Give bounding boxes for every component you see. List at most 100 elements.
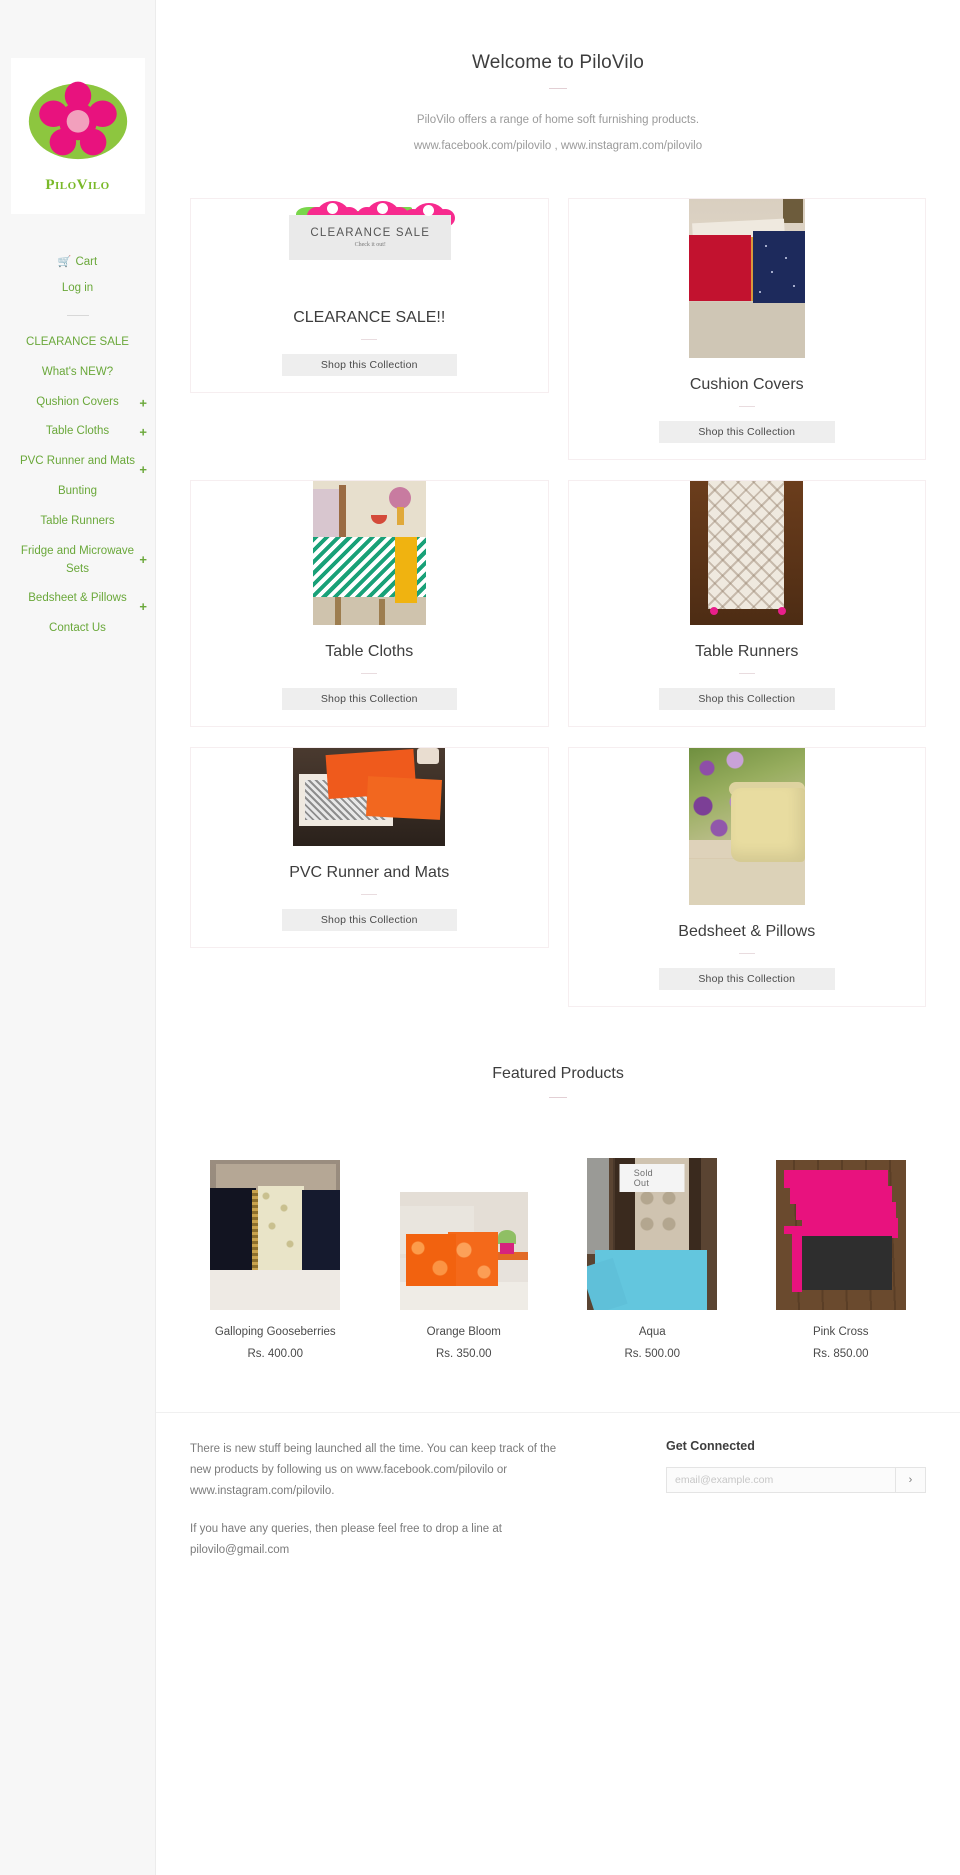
collection-image[interactable] <box>191 480 548 625</box>
shop-this-collection-button[interactable]: Shop this Collection <box>658 687 835 710</box>
hero-line-1: PiloVilo offers a range of home soft fur… <box>416 114 700 126</box>
sidebar-account-links: 🛒 Cart Log in <box>0 248 155 301</box>
pink-cross-photo[interactable] <box>775 1159 906 1310</box>
collection-image[interactable]: CLEARANCE SALE Check it out! <box>191 198 548 291</box>
aqua-photo[interactable]: Sold Out <box>587 1157 718 1310</box>
login-label: Log in <box>61 282 94 294</box>
galloping-gooseberries-photo[interactable] <box>210 1159 341 1310</box>
collection-title: Cushion Covers <box>689 375 804 393</box>
newsletter-submit-button[interactable]: › <box>896 1466 926 1493</box>
footer-text-2: If you have any queries, then please fee… <box>190 1522 502 1556</box>
sidebar-item-bunting[interactable]: Bunting <box>0 477 155 507</box>
logo-wordmark: PiloVilo <box>45 176 110 193</box>
collection-image[interactable] <box>569 747 926 905</box>
sidebar-item-label: Table Runners <box>40 514 115 527</box>
collection-card[interactable]: Cushion Covers Shop this Collection <box>567 197 926 460</box>
sidebar-item-login[interactable]: Log in <box>0 275 155 301</box>
shop-this-collection-button[interactable]: Shop this Collection <box>281 908 457 931</box>
collection-card[interactable]: Table Runners Shop this Collection <box>567 479 926 727</box>
collection-card[interactable]: Table Cloths Shop this Collection <box>190 479 549 727</box>
collections-grid: CLEARANCE SALE Check it out! CLEARANCE S… <box>190 197 926 1027</box>
sidebar-item-clearance-sale[interactable]: CLEARANCE SALE <box>0 328 155 358</box>
sidebar-item-whats-new[interactable]: What's NEW? <box>0 358 155 388</box>
collection-title: Table Runners <box>695 642 799 660</box>
main-content: Welcome to PiloVilo PiloVilo offers a ra… <box>156 0 960 1875</box>
shop-this-collection-button[interactable]: Shop this Collection <box>281 353 457 376</box>
expand-plus-icon[interactable]: + <box>139 600 147 613</box>
collection-rule <box>361 672 378 674</box>
site-footer: There is new stuff being launched all th… <box>156 1411 960 1577</box>
collection-rule <box>361 893 378 895</box>
featured-products-title: Featured Products <box>492 1064 624 1082</box>
sidebar-item-label: What's NEW? <box>41 365 114 378</box>
sold-out-badge: Sold Out <box>619 1163 685 1192</box>
shop-this-collection-button[interactable]: Shop this Collection <box>658 967 835 990</box>
collection-image[interactable] <box>569 480 926 625</box>
footer-about: There is new stuff being launched all th… <box>190 1439 580 1577</box>
bedsheet-pillows-photo <box>688 747 805 905</box>
collection-title: CLEARANCE SALE!! <box>293 308 446 326</box>
sidebar-item-label: Bedsheet & Pillows <box>28 592 127 605</box>
pvc-runner-mats-photo <box>293 747 446 846</box>
sidebar-item-contact-us[interactable]: Contact Us <box>0 614 155 644</box>
product-card[interactable]: Orange Bloom Rs. 350.00 <box>379 1191 550 1360</box>
banner-main-text: CLEARANCE SALE <box>310 226 431 239</box>
collection-card[interactable]: PVC Runner and Mats Shop this Collection <box>190 746 549 948</box>
product-price: Rs. 850.00 <box>812 1347 869 1360</box>
collection-title: Table Cloths <box>325 642 414 660</box>
shop-this-collection-button[interactable]: Shop this Collection <box>281 687 457 710</box>
newsletter-email-input[interactable] <box>666 1466 896 1493</box>
sidebar-item-qushion-covers[interactable]: Qushion Covers + <box>0 388 155 418</box>
product-card[interactable]: Galloping Gooseberries Rs. 400.00 <box>190 1159 361 1360</box>
sidebar-divider <box>66 315 89 316</box>
sidebar-item-cart[interactable]: 🛒 Cart <box>0 248 155 275</box>
sidebar-item-label: Contact Us <box>49 622 106 635</box>
collection-image[interactable] <box>191 747 548 846</box>
product-price: Rs. 350.00 <box>435 1347 492 1360</box>
collection-rule <box>738 672 755 674</box>
featured-products-header: Featured Products <box>156 1065 960 1098</box>
table-cloths-photo <box>312 480 426 625</box>
product-name: Galloping Gooseberries <box>214 1325 336 1338</box>
newsletter-form: › <box>666 1466 926 1493</box>
sidebar-navigation: CLEARANCE SALE What's NEW? Qushion Cover… <box>0 328 155 644</box>
page-title: Welcome to PiloVilo <box>471 52 645 73</box>
expand-plus-icon[interactable]: + <box>139 463 147 476</box>
sidebar-item-bedsheet-and-pillows[interactable]: Bedsheet & Pillows + <box>0 584 155 614</box>
sidebar-item-table-cloths[interactable]: Table Cloths + <box>0 417 155 447</box>
sidebar: PiloVilo 🛒 Cart Log in CLEARANCE SALE Wh… <box>0 0 156 1875</box>
sidebar-item-label: Fridge and Microwave Sets <box>20 544 135 575</box>
cart-icon: 🛒 <box>57 256 72 268</box>
collection-card[interactable]: CLEARANCE SALE Check it out! CLEARANCE S… <box>190 197 549 393</box>
title-rule <box>549 88 567 89</box>
expand-plus-icon[interactable]: + <box>139 553 147 566</box>
collection-title: Bedsheet & Pillows <box>678 922 816 940</box>
product-name: Orange Bloom <box>426 1325 501 1338</box>
collection-rule <box>361 338 378 340</box>
footer-text-1: There is new stuff being launched all th… <box>190 1442 557 1498</box>
sidebar-item-pvc-runner-and-mats[interactable]: PVC Runner and Mats + <box>0 447 155 477</box>
expand-plus-icon[interactable]: + <box>139 426 147 439</box>
get-connected-title: Get Connected <box>666 1438 755 1453</box>
cushion-covers-photo <box>688 198 805 358</box>
hero-line-2: www.facebook.com/pilovilo , www.instagra… <box>413 140 703 153</box>
collection-card[interactable]: Bedsheet & Pillows Shop this Collection <box>567 746 926 1007</box>
orange-bloom-photo[interactable] <box>399 1191 528 1310</box>
product-name: Pink Cross <box>812 1325 869 1338</box>
flower-logo-icon <box>26 79 130 175</box>
table-runners-photo <box>690 480 804 625</box>
expand-plus-icon[interactable]: + <box>139 396 147 409</box>
sidebar-item-fridge-and-microwave-sets[interactable]: Fridge and Microwave Sets + <box>0 537 155 585</box>
product-card[interactable]: Pink Cross Rs. 850.00 <box>756 1159 927 1360</box>
collection-image[interactable] <box>569 198 926 358</box>
sidebar-item-label: Bunting <box>57 485 97 498</box>
shop-this-collection-button[interactable]: Shop this Collection <box>658 420 835 443</box>
sidebar-item-label: Table Cloths <box>45 425 110 438</box>
footer-newsletter: Get Connected › <box>666 1439 926 1577</box>
clearance-sale-banner-image: CLEARANCE SALE Check it out! <box>264 198 475 291</box>
product-card[interactable]: Sold Out Aqua Rs. 500.00 <box>567 1157 738 1360</box>
sidebar-item-table-runners[interactable]: Table Runners <box>0 507 155 537</box>
site-logo[interactable]: PiloVilo <box>10 58 145 214</box>
collection-rule <box>738 952 755 954</box>
product-name: Aqua <box>638 1325 666 1338</box>
